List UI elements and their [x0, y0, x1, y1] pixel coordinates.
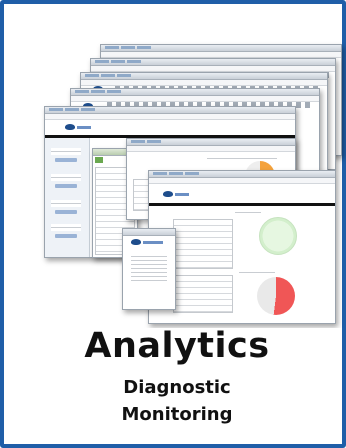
company-logo-icon	[131, 239, 141, 245]
caption-title: Analytics	[84, 326, 270, 366]
summary-table	[173, 219, 233, 269]
caption-subtitle-monitoring: Monitoring	[121, 404, 233, 425]
popup-window	[122, 228, 176, 310]
screenshot-collage	[8, 8, 346, 328]
card-frame: Analytics Diagnostic Monitoring	[0, 0, 346, 448]
company-logo-icon	[163, 191, 173, 197]
detail-table	[173, 275, 233, 313]
sidebar-panel	[45, 138, 90, 257]
company-logo-icon	[65, 124, 75, 130]
pie-chart-icon	[259, 217, 297, 255]
caption-subtitle-diagnostic: Diagnostic	[123, 377, 231, 398]
report-window-front	[148, 170, 336, 324]
pie-chart-icon	[257, 277, 295, 315]
